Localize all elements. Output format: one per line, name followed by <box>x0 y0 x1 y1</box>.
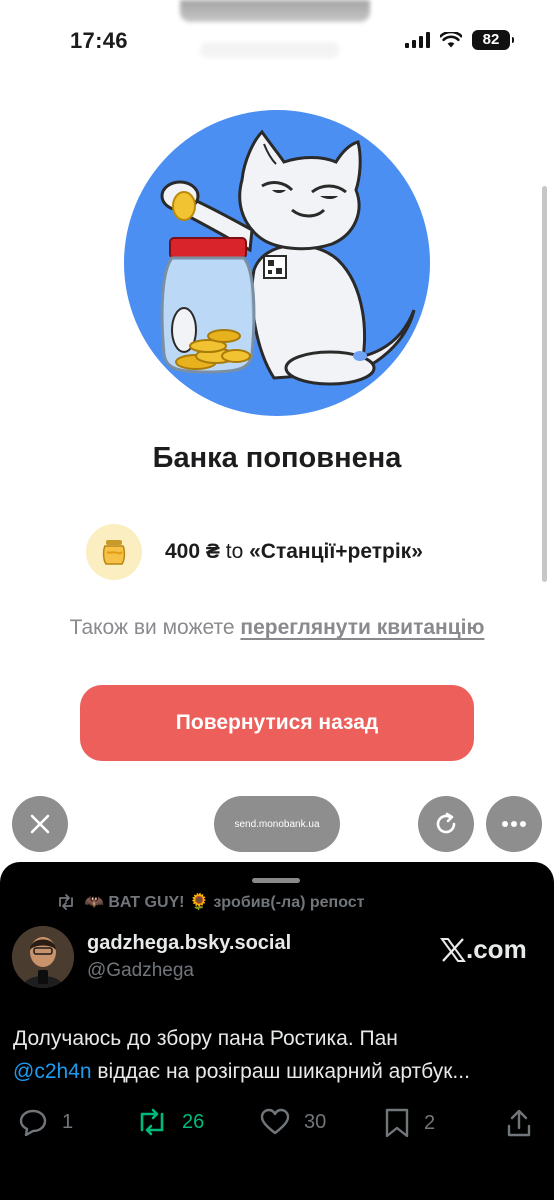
reload-icon <box>436 812 456 834</box>
signal-icon <box>405 32 430 48</box>
bookmark-icon <box>385 1108 409 1138</box>
receipt-line: Також ви можете переглянути квитанцію <box>0 616 554 640</box>
author-display-name[interactable]: gadzhega.bsky.social <box>87 932 291 955</box>
page-scrollbar[interactable] <box>542 186 547 582</box>
status-indicators: 82 <box>405 30 514 50</box>
honey-jar-icon <box>86 524 142 580</box>
like-button[interactable]: 30 <box>260 1108 326 1136</box>
more-button[interactable] <box>486 796 542 852</box>
bookmark-count: 2 <box>424 1111 436 1134</box>
amount: 400 ₴ <box>165 540 220 563</box>
repost-line: 🦇 BAT GUY! 🌻 зробив(-ла) репост <box>56 892 365 912</box>
heart-icon <box>260 1108 290 1135</box>
post-text: Долучаюсь до збору пана Ростика. Пан @c2… <box>13 1022 543 1088</box>
blurred-notification <box>180 0 370 22</box>
author-username[interactable]: @Gadzhega <box>87 960 194 982</box>
jar-amount-line: 400 ₴ to «Станції+ретрік» <box>165 540 423 564</box>
ghost-address-bar <box>200 42 340 58</box>
reply-icon <box>19 1109 47 1136</box>
post-actions: 1 26 30 2 <box>18 1108 538 1144</box>
receipt-prefix: Також ви можете <box>69 616 235 639</box>
repost-text: 🦇 BAT GUY! 🌻 зробив(-ла) репост <box>84 894 365 911</box>
reload-button[interactable] <box>418 796 474 852</box>
address-pill[interactable]: send.monobank.ua <box>214 796 340 852</box>
close-button[interactable] <box>12 796 68 852</box>
like-count: 30 <box>304 1110 327 1133</box>
post-text-after: віддає на розіграш шикарний артбук... <box>97 1060 470 1083</box>
jar-summary: 400 ₴ to «Станції+ретрік» <box>86 524 423 580</box>
battery-icon: 82 <box>472 30 514 50</box>
source-link[interactable]: .com <box>440 934 527 965</box>
repost-icon <box>140 1108 164 1136</box>
view-receipt-link[interactable]: переглянути квитанцію <box>240 616 484 639</box>
repost-button[interactable]: 26 <box>136 1108 204 1136</box>
sheet-grabber[interactable] <box>252 878 300 883</box>
reply-count: 1 <box>62 1110 74 1133</box>
x-logo-icon <box>440 937 466 962</box>
avatar[interactable] <box>12 926 74 988</box>
status-time: 17:46 <box>70 28 128 53</box>
post-mention[interactable]: @c2h4n <box>13 1060 92 1083</box>
to-word: to <box>225 540 244 563</box>
cat-with-jar-illustration <box>124 110 430 416</box>
back-button[interactable]: Повернутися назад <box>80 685 474 761</box>
wifi-icon <box>440 32 462 48</box>
post-text-before: Долучаюсь до збору пана Ростика. Пан <box>13 1027 398 1050</box>
repost-small-icon <box>59 894 73 910</box>
reply-button[interactable]: 1 <box>18 1108 73 1136</box>
page-title: Банка поповнена <box>152 442 402 474</box>
close-icon <box>30 814 50 834</box>
source-domain: .com <box>466 934 527 964</box>
bookmark-button[interactable]: 2 <box>384 1108 435 1138</box>
share-icon <box>507 1109 531 1137</box>
status-bar: 17:46 82 <box>0 0 554 80</box>
repost-count: 26 <box>182 1110 205 1133</box>
more-icon <box>502 821 526 827</box>
jar-name: «Станції+ретрік» <box>249 540 423 563</box>
share-button[interactable] <box>506 1108 532 1138</box>
